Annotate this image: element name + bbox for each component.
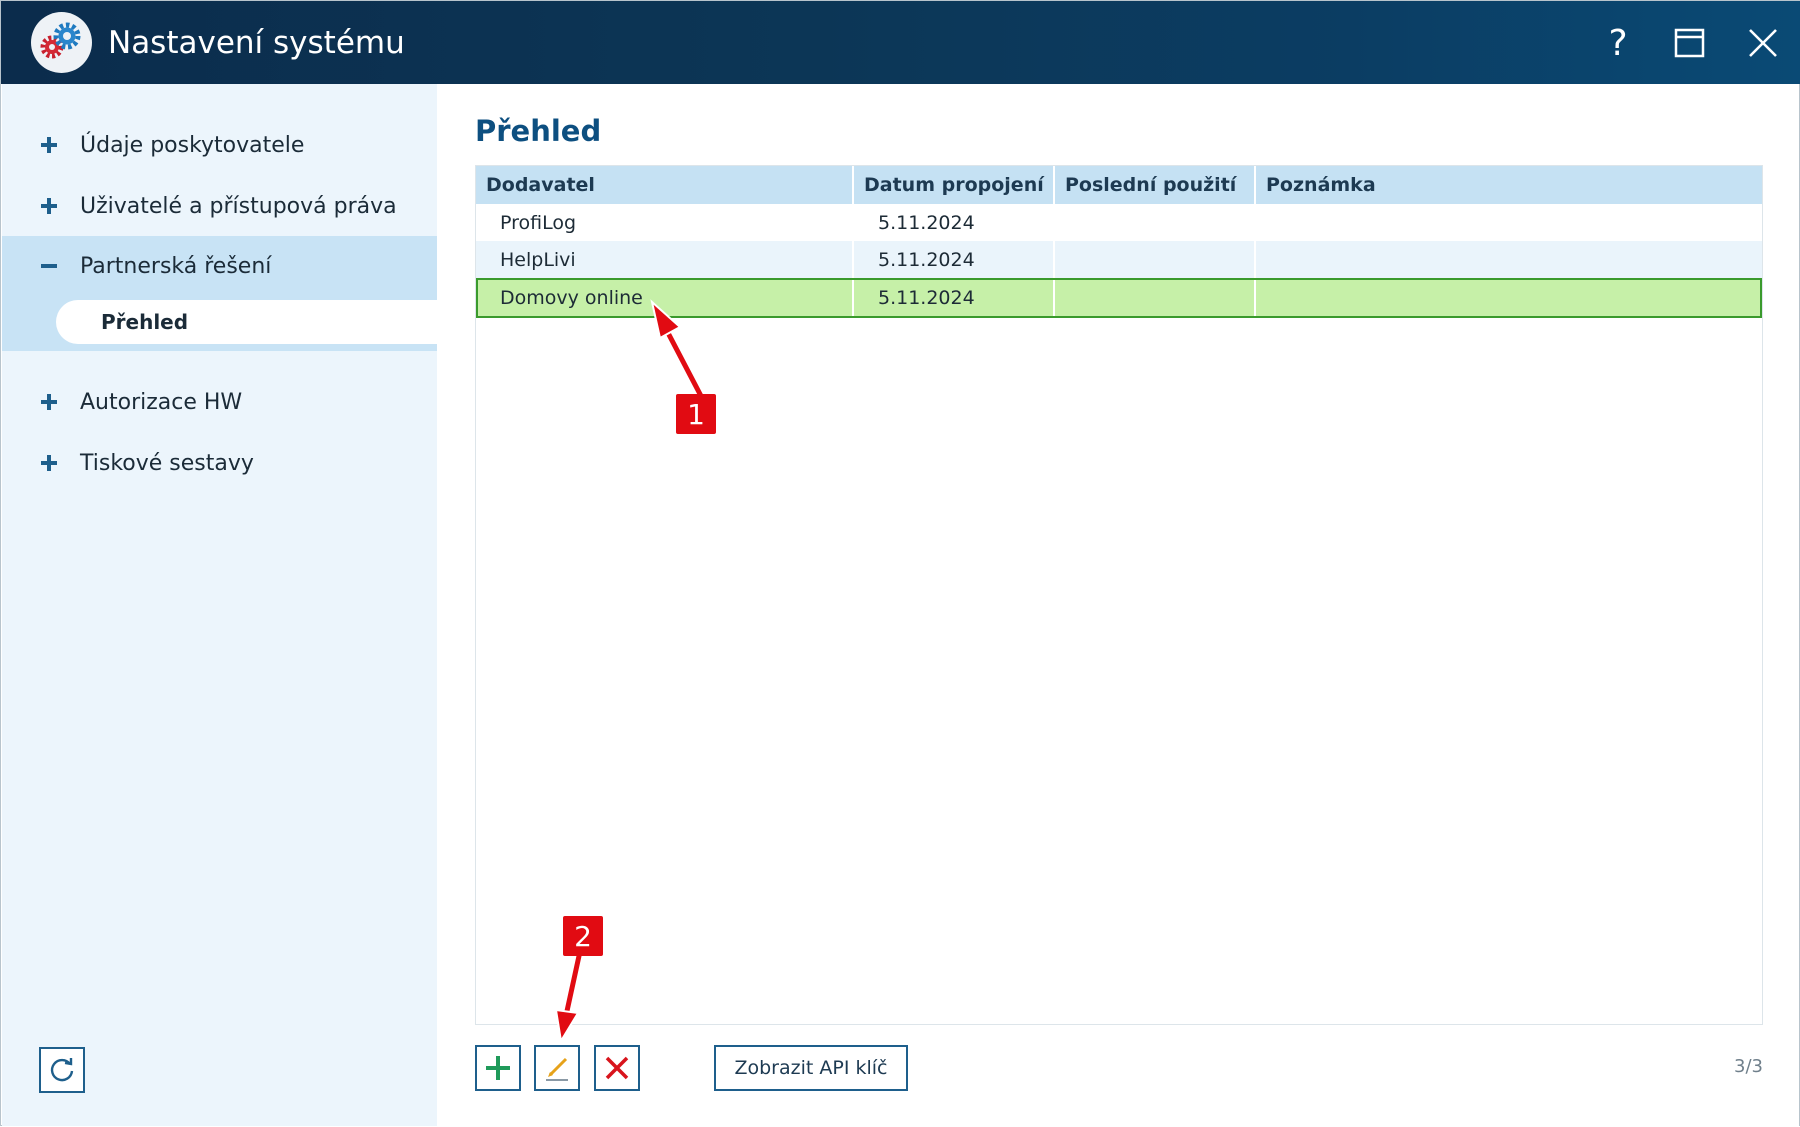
cell-posledni-pouziti	[1055, 204, 1256, 241]
table-row[interactable]: HelpLivi 5.11.2024	[476, 241, 1762, 278]
sidebar-item-tiskove-sestavy[interactable]: Tiskové sestavy	[2, 433, 437, 493]
cell-datum-propojeni: 5.11.2024	[854, 241, 1055, 278]
title-bar: Nastavení systému ?	[1, 1, 1800, 84]
sidebar-item-label: Uživatelé a přístupová práva	[80, 193, 397, 219]
sidebar-item-autorizace-hw[interactable]: Autorizace HW	[2, 372, 437, 432]
sidebar-item-label: Údaje poskytovatele	[80, 132, 305, 158]
column-header-posledni-pouziti[interactable]: Poslední použití	[1055, 166, 1256, 204]
cell-dodavatel: HelpLivi	[476, 241, 854, 278]
table-row-selected[interactable]: Domovy online 5.11.2024	[476, 278, 1762, 318]
settings-window: Nastavení systému ? Údaje poskytovatele …	[0, 0, 1800, 1126]
window-title: Nastavení systému	[108, 25, 405, 61]
maximize-icon	[1674, 28, 1705, 58]
annotation-callout-1: 1	[676, 394, 716, 434]
sidebar-item-partnerska-reseni[interactable]: Partnerská řešení	[2, 236, 437, 296]
plus-icon	[41, 394, 57, 410]
sidebar: Údaje poskytovatele Uživatelé a přístupo…	[2, 84, 437, 1126]
column-header-datum-propojeni[interactable]: Datum propojení	[854, 166, 1055, 204]
cell-poznamka	[1256, 204, 1762, 241]
sidebar-subitem-label: Přehled	[101, 310, 189, 334]
delete-button[interactable]	[594, 1045, 640, 1091]
column-header-dodavatel[interactable]: Dodavatel	[476, 166, 854, 204]
x-icon	[605, 1056, 629, 1080]
refresh-icon	[50, 1058, 74, 1082]
cell-datum-propojeni: 5.11.2024	[854, 204, 1055, 241]
cell-poznamka	[1256, 280, 1760, 316]
show-api-key-button[interactable]: Zobrazit API klíč	[714, 1045, 908, 1091]
close-button[interactable]	[1735, 15, 1791, 71]
plus-icon	[41, 137, 57, 153]
minus-icon	[41, 264, 57, 268]
table-header: Dodavatel Datum propojení Poslední použi…	[476, 166, 1762, 204]
cell-posledni-pouziti	[1055, 241, 1256, 278]
cell-dodavatel: Domovy online	[478, 280, 854, 316]
add-button[interactable]	[475, 1045, 521, 1091]
close-icon	[1749, 29, 1777, 57]
column-header-poznamka[interactable]: Poznámka	[1256, 166, 1762, 204]
sidebar-subitem-prehled[interactable]: Přehled	[56, 300, 437, 344]
maximize-button[interactable]	[1662, 15, 1718, 71]
annotation-callout-2: 2	[563, 916, 603, 956]
help-button[interactable]: ?	[1590, 15, 1646, 71]
refresh-button[interactable]	[39, 1047, 85, 1093]
sidebar-item-label: Tiskové sestavy	[80, 450, 254, 476]
plus-icon	[41, 198, 57, 214]
sidebar-item-udaje-poskytovatele[interactable]: Údaje poskytovatele	[2, 115, 437, 175]
partners-table: Dodavatel Datum propojení Poslední použi…	[475, 165, 1763, 1025]
page-title: Přehled	[475, 114, 602, 148]
cell-datum-propojeni: 5.11.2024	[854, 280, 1055, 316]
plus-icon	[486, 1056, 510, 1080]
sidebar-item-label: Autorizace HW	[80, 389, 243, 415]
cell-posledni-pouziti	[1055, 280, 1256, 316]
pencil-icon	[546, 1057, 568, 1081]
cell-dodavatel: ProfiLog	[476, 204, 854, 241]
sidebar-item-uzivatele[interactable]: Uživatelé a přístupová práva	[2, 176, 437, 236]
cell-poznamka	[1256, 241, 1762, 278]
table-row[interactable]: ProfiLog 5.11.2024	[476, 204, 1762, 241]
edit-button[interactable]	[534, 1045, 580, 1091]
plus-icon	[41, 455, 57, 471]
sidebar-item-label: Partnerská řešení	[80, 253, 272, 279]
main-panel: Přehled Dodavatel Datum propojení Posled…	[437, 84, 1799, 1126]
gears-logo-icon	[31, 12, 92, 73]
record-counter: 3/3	[1734, 1056, 1763, 1077]
